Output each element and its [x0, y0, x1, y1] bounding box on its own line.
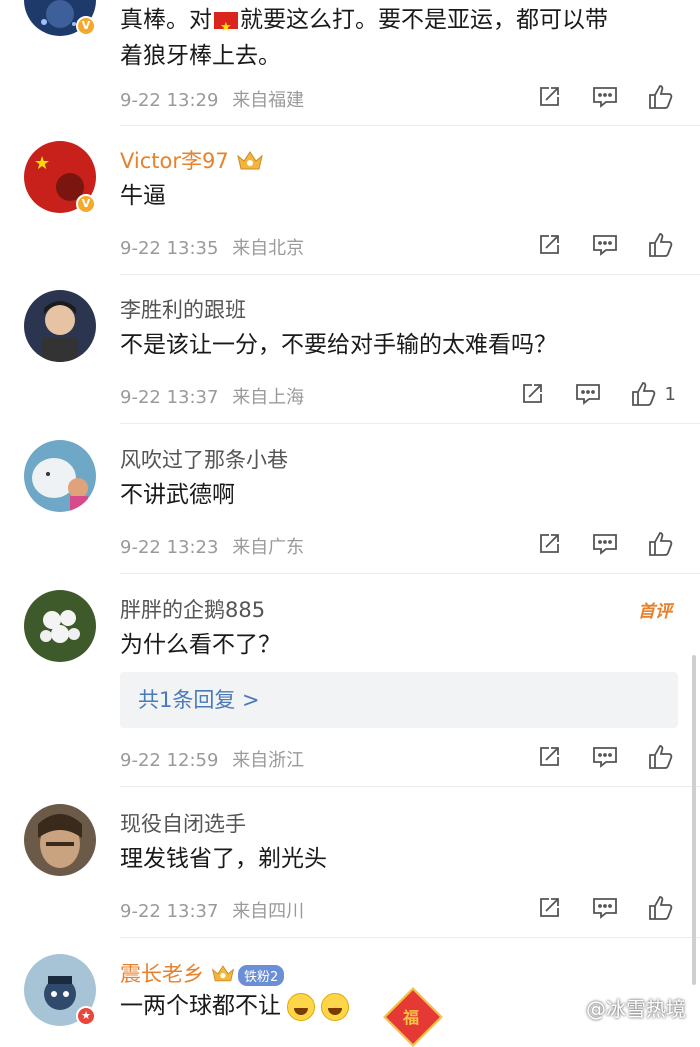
reply-summary-link[interactable]: 共1条回复 > — [120, 672, 678, 728]
svg-text:★: ★ — [34, 153, 50, 174]
repost-icon[interactable] — [517, 379, 547, 409]
official-badge-icon: ★ — [76, 1006, 96, 1026]
avatar[interactable] — [24, 440, 96, 512]
comment-text: 不是该让一分，不要给对手输的太难看吗？ — [120, 332, 557, 358]
avatar[interactable] — [24, 804, 96, 876]
divider — [120, 573, 700, 574]
repost-icon[interactable] — [534, 893, 564, 923]
comment-icon[interactable] — [590, 230, 620, 260]
comment-text-line2: 着狼牙棒上去。 — [120, 43, 281, 69]
comment-time: 9-22 13:35 — [120, 238, 219, 259]
username[interactable]: 李胜利的跟班 — [120, 294, 246, 324]
comment-text: 理发钱省了，剃光头 — [120, 846, 327, 872]
divider — [120, 125, 700, 126]
like-icon[interactable] — [646, 893, 676, 923]
verified-icon: V — [76, 194, 96, 214]
comment-actions — [508, 742, 676, 772]
comment-text: 一两个球都不让 — [120, 988, 349, 1024]
repost-icon[interactable] — [534, 742, 564, 772]
username[interactable]: 胖胖的企鹅885 — [120, 594, 265, 624]
comment-location: 来自福建 — [232, 90, 305, 111]
fu-sticker-label: 福 — [403, 1008, 420, 1027]
repost-icon[interactable] — [534, 82, 564, 112]
comment-location: 来自广东 — [232, 537, 305, 558]
like-icon[interactable] — [646, 82, 676, 112]
comment-time: 9-22 13:23 — [120, 537, 219, 558]
repost-icon[interactable] — [534, 230, 564, 260]
comment-meta: 9-22 12:59 来自浙江 — [120, 746, 312, 772]
comment-text: 真棒。对就要这么打。要不是亚运，都可以带 — [120, 2, 608, 46]
fan-level-badge: 铁粉2 — [238, 964, 285, 986]
comment-text: 不讲武德啊 — [120, 482, 235, 508]
username[interactable]: Victor李97 — [120, 145, 265, 177]
vietnam-flag-icon — [214, 10, 238, 46]
comment-actions — [508, 529, 676, 559]
like-icon[interactable] — [646, 230, 676, 260]
first-comment-badge: 首评 — [638, 602, 672, 622]
comment-icon[interactable] — [573, 379, 603, 409]
comment-icon[interactable] — [590, 529, 620, 559]
repost-icon[interactable] — [534, 529, 564, 559]
watermark: @冰雪热境 — [586, 997, 686, 1021]
avatar[interactable] — [24, 590, 96, 662]
laugh-cry-emoji-icon — [287, 992, 315, 1021]
like-icon[interactable] — [629, 379, 659, 409]
comment-icon[interactable] — [590, 742, 620, 772]
scrollbar[interactable] — [692, 655, 696, 985]
comment-time: 9-22 13:29 — [120, 90, 219, 111]
comment-text: 为什么看不了？ — [120, 632, 281, 658]
comment-meta: 9-22 13:37 来自四川 — [120, 897, 312, 923]
comment-time: 9-22 13:37 — [120, 901, 219, 922]
like-icon[interactable] — [646, 742, 676, 772]
comment-time: 9-22 13:37 — [120, 387, 219, 408]
comment-meta: 9-22 13:23 来自广东 — [120, 533, 312, 559]
divider — [120, 786, 700, 787]
comment-location: 来自四川 — [232, 901, 305, 922]
verified-icon: V — [76, 16, 96, 36]
username[interactable]: 震长老乡 铁粉2 — [120, 958, 285, 989]
comment-actions: 1 — [491, 379, 676, 409]
comment-meta: 9-22 13:29 来自福建 — [120, 86, 312, 112]
comment-icon[interactable] — [590, 893, 620, 923]
comment-meta: 9-22 13:35 来自北京 — [120, 234, 312, 260]
comment-time: 9-22 12:59 — [120, 750, 219, 771]
like-count: 1 — [664, 383, 676, 405]
comment-location: 来自浙江 — [232, 750, 305, 771]
comment-location: 来自北京 — [232, 238, 305, 259]
divider — [120, 274, 700, 275]
avatar[interactable] — [24, 290, 96, 362]
username[interactable]: 现役自闭选手 — [120, 808, 246, 838]
comment-location: 来自上海 — [232, 387, 305, 408]
username[interactable]: 风吹过了那条小巷 — [120, 444, 288, 474]
comment-meta: 9-22 13:37 来自上海 — [120, 383, 312, 409]
comment-text: 牛逼 — [120, 183, 166, 209]
comment-icon[interactable] — [590, 82, 620, 112]
comment-actions — [508, 230, 676, 260]
crown-icon — [235, 148, 265, 177]
comment-actions — [508, 893, 676, 923]
divider — [120, 423, 700, 424]
like-icon[interactable] — [646, 529, 676, 559]
laugh-cry-emoji-icon — [321, 992, 349, 1021]
crown-icon — [210, 962, 236, 989]
comment-actions — [508, 82, 676, 112]
divider — [120, 937, 700, 938]
